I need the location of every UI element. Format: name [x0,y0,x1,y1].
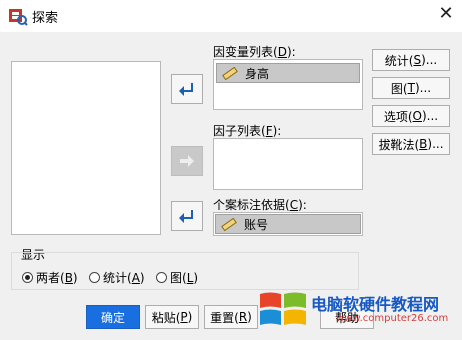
ruler-icon [221,65,239,81]
move-to-case-label-button[interactable] [171,201,203,231]
window-title: 探索 [32,11,59,26]
factor-list-label: 因子列表(F): [213,124,282,138]
list-item[interactable]: 身高 [216,63,360,83]
arrow-right-down-icon [179,83,193,96]
close-icon[interactable]: ✕ [436,4,456,24]
case-label-label: 个案标注依据(C): [213,198,307,212]
options-button[interactable]: 选项(O)... [372,105,450,127]
arrow-right-down-icon [179,210,193,223]
radio-statistics[interactable]: 统计(A) [89,269,145,286]
case-label-field[interactable]: 账号 [213,212,363,236]
watermark-url: www.computer26.com [336,313,449,324]
radio-button[interactable] [22,272,33,283]
watermark-text: 电脑软硬件教程网 [311,295,440,314]
statistics-button[interactable]: 统计(S)... [372,49,450,71]
title-bar [0,0,462,32]
spss-app-icon [8,6,28,26]
source-variable-list[interactable] [11,61,161,235]
arrow-right-icon [180,155,194,167]
radio-button[interactable] [156,272,167,283]
radio-plots[interactable]: 图(L) [156,269,198,286]
move-to-factor-button[interactable] [171,146,203,176]
plots-button[interactable]: 图(T)... [372,77,450,99]
ok-button[interactable]: 确定 [86,305,140,329]
factor-list[interactable] [213,138,363,190]
paste-button[interactable]: 粘贴(P) [145,305,199,329]
radio-both[interactable]: 两者(B) [22,269,78,286]
ruler-icon [220,216,238,232]
dependent-list-label: 因变量列表(D): [213,45,296,59]
windows-logo-icon [258,290,308,330]
reset-button[interactable]: 重置(R) [204,305,258,329]
list-item[interactable]: 账号 [215,214,361,234]
dependent-variable-list[interactable]: 身高 [213,59,363,110]
move-to-dependent-button[interactable] [171,74,203,104]
radio-button[interactable] [89,272,100,283]
bootstrap-button[interactable]: 拔靴法(B)... [372,133,450,155]
